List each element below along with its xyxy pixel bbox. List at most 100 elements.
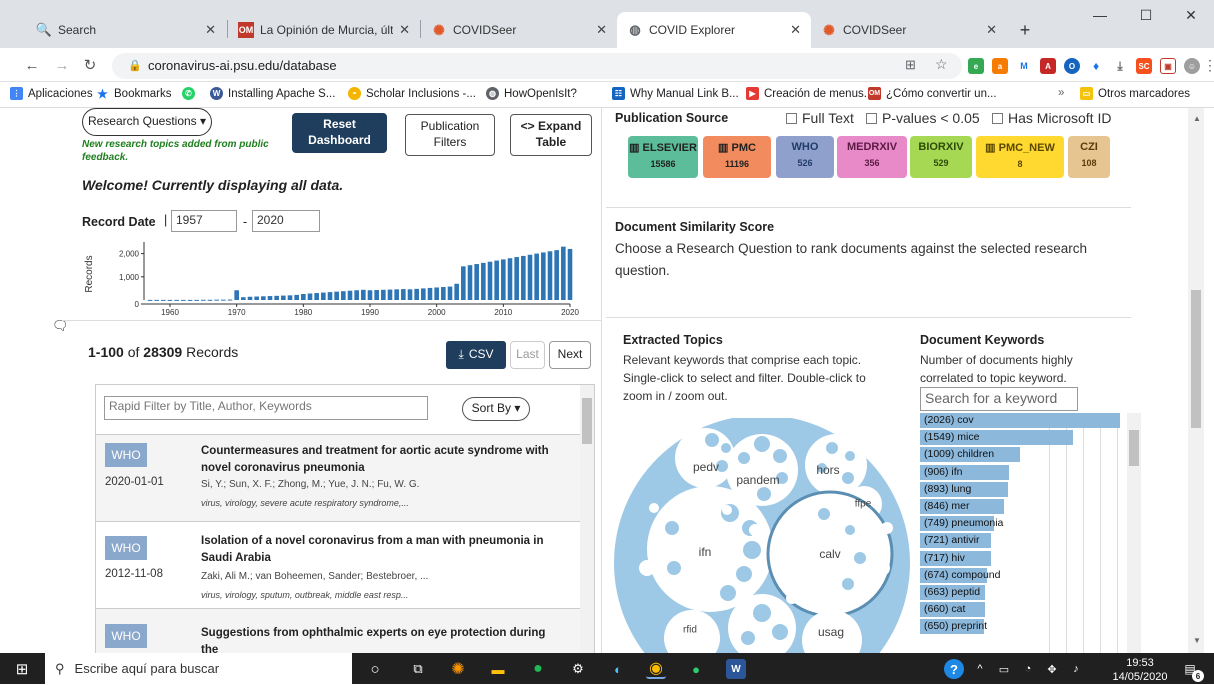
- bookmark-apps[interactable]: ⋮ Aplicaciones: [10, 87, 93, 100]
- bookmark-manual-link[interactable]: ☷ Why Manual Link B...: [612, 87, 739, 100]
- source-elsevier[interactable]: ▥ ELSEVIER 15586: [628, 136, 698, 178]
- research-questions-dropdown[interactable]: Research Questions ▾: [82, 108, 212, 136]
- pdf-extension-icon[interactable]: A: [1040, 58, 1056, 74]
- checkbox-icon[interactable]: [786, 112, 797, 124]
- csv-button[interactable]: ⤓ CSV: [446, 341, 506, 369]
- keyword-label[interactable]: (721) antivir: [924, 534, 979, 546]
- close-icon[interactable]: ✕: [986, 22, 997, 38]
- extension-icon[interactable]: SC: [1136, 58, 1152, 74]
- source-who[interactable]: WHO 526: [776, 136, 834, 178]
- topic-bubble-chart[interactable]: [612, 418, 912, 653]
- extension-icon[interactable]: e: [968, 58, 984, 74]
- bookmark-other[interactable]: ▭ Otros marcadores: [1080, 87, 1190, 100]
- tab-covid-explorer[interactable]: ◍ COVID Explorer ✕: [617, 12, 811, 48]
- app-icon[interactable]: ◐: [608, 659, 628, 679]
- profile-avatar[interactable]: ☺: [1184, 58, 1200, 74]
- app-icon[interactable]: ✺: [448, 659, 468, 679]
- checkbox-icon[interactable]: [992, 112, 1003, 124]
- keyword-label[interactable]: (906) ifn: [924, 466, 963, 478]
- last-button[interactable]: Last: [510, 341, 545, 369]
- tab-la-opinion[interactable]: OM La Opinión de Murcia, últimas ✕: [228, 12, 420, 48]
- url-text[interactable]: coronavirus-ai.psu.edu/database: [148, 58, 337, 73]
- bookmark-apache[interactable]: W Installing Apache S...: [210, 87, 335, 100]
- word-icon[interactable]: W: [726, 659, 746, 679]
- tab-covidseer[interactable]: ✺ COVIDSeer ✕: [421, 12, 617, 48]
- record-title[interactable]: Countermeasures and treatment for aortic…: [201, 443, 561, 476]
- keyword-label[interactable]: (846) mer: [924, 500, 970, 512]
- app-icon[interactable]: ●: [686, 659, 706, 679]
- source-pmc-new[interactable]: ▥ PMC_NEW 8: [976, 136, 1064, 178]
- extension-icon[interactable]: a: [992, 58, 1008, 74]
- star-icon[interactable]: ☆: [935, 56, 948, 73]
- tab-covidseer-2[interactable]: ✺ COVIDSeer ✕: [811, 12, 1007, 48]
- date-from-input[interactable]: 1957: [171, 210, 237, 232]
- download-icon[interactable]: ⤓: [1112, 58, 1128, 74]
- dropbox-icon[interactable]: ✥: [1042, 659, 1062, 679]
- keyword-label[interactable]: (893) lung: [924, 483, 971, 495]
- keyword-search-input[interactable]: Search for a keyword: [920, 387, 1078, 411]
- sort-by-button[interactable]: Sort By ▾: [462, 397, 530, 421]
- spotify-icon[interactable]: ●: [528, 659, 548, 679]
- keyword-label[interactable]: (663) peptid: [924, 586, 980, 598]
- extension-icon[interactable]: M: [1016, 58, 1032, 74]
- back-icon[interactable]: ←: [22, 55, 42, 75]
- keyword-label[interactable]: (1009) children: [924, 448, 994, 460]
- record-title[interactable]: Isolation of a novel coronavirus from a …: [201, 533, 561, 566]
- close-icon[interactable]: ✕: [399, 22, 410, 38]
- keyword-label[interactable]: (2026) cov: [924, 414, 974, 426]
- scroll-up-icon[interactable]: ▲: [1193, 114, 1201, 123]
- bookmarks-more[interactable]: »: [1058, 87, 1064, 99]
- publication-filters-button[interactable]: Publication Filters: [405, 114, 495, 156]
- close-window-button[interactable]: ✕: [1168, 0, 1214, 30]
- keyword-bar-list[interactable]: (2026) cov (1549) mice (1009) children (906…: [920, 413, 1126, 653]
- source-czi[interactable]: CZI 108: [1068, 136, 1110, 178]
- bookmark-scholar[interactable]: ◓ Scholar Inclusions -...: [348, 87, 476, 100]
- checkbox-icon[interactable]: [866, 112, 877, 124]
- close-icon[interactable]: ✕: [205, 22, 216, 38]
- next-button[interactable]: Next: [549, 341, 591, 369]
- tray-expand-icon[interactable]: ^: [970, 659, 990, 679]
- close-icon[interactable]: ✕: [790, 22, 801, 38]
- keyword-label[interactable]: (717) hiv: [924, 552, 965, 564]
- extension-icon[interactable]: O: [1064, 58, 1080, 74]
- taskbar-search[interactable]: ⚲ Escribe aquí para buscar: [45, 653, 352, 684]
- extension-icon[interactable]: ▣: [1160, 58, 1176, 74]
- keyword-label[interactable]: (650) preprint: [924, 620, 987, 632]
- chrome-icon[interactable]: ◉: [646, 659, 666, 679]
- maximize-button[interactable]: ☐: [1123, 0, 1169, 30]
- tab-search[interactable]: 🔍 Search ✕: [26, 12, 226, 48]
- new-tab-button[interactable]: +: [1013, 18, 1037, 42]
- keyword-label[interactable]: (1549) mice: [924, 431, 979, 443]
- translate-icon[interactable]: ⊞: [905, 57, 916, 73]
- wifi-icon[interactable]: ◔: [1018, 659, 1038, 679]
- file-explorer-icon[interactable]: ▬: [488, 659, 508, 679]
- help-icon[interactable]: ?: [944, 659, 964, 679]
- source-biorxiv[interactable]: BIORXIV 529: [910, 136, 972, 178]
- full-text-checkbox[interactable]: Full Text: [786, 110, 854, 126]
- bookmark-menus[interactable]: ▶ Creación de menus...: [746, 87, 873, 100]
- reload-icon[interactable]: ↻: [80, 55, 100, 75]
- bookmark-howopenisit[interactable]: ◍ HowOpenIsIt?: [486, 87, 577, 100]
- close-icon[interactable]: ✕: [596, 22, 607, 38]
- pvalues-checkbox[interactable]: P-values < 0.05: [866, 110, 980, 126]
- cortana-icon[interactable]: ○: [365, 659, 385, 679]
- keyword-label[interactable]: (660) cat: [924, 603, 965, 615]
- reset-dashboard-button[interactable]: Reset Dashboard: [292, 113, 387, 153]
- rapid-filter-input[interactable]: Rapid Filter by Title, Author, Keywords: [104, 396, 428, 420]
- clock[interactable]: 19:53 14/05/2020: [1108, 656, 1172, 685]
- record-date-histogram[interactable]: 2,000 1,000 0 Records 1960 1970 1980 1990 2000 20…: [80, 234, 585, 316]
- menu-icon[interactable]: ⋮: [1203, 57, 1214, 74]
- extension-icon[interactable]: ♦: [1088, 58, 1104, 74]
- date-to-input[interactable]: 2020: [252, 210, 320, 232]
- minimize-button[interactable]: —: [1077, 0, 1123, 30]
- bookmark-whatsapp[interactable]: ✆: [182, 87, 200, 100]
- source-pmc[interactable]: ▥ PMC 11196: [703, 136, 771, 178]
- keyword-label[interactable]: (674) compound: [924, 569, 1000, 581]
- scroll-down-icon[interactable]: ▼: [1193, 636, 1201, 645]
- volume-icon[interactable]: ♪: [1066, 659, 1086, 679]
- task-view-icon[interactable]: ⧉: [408, 659, 428, 679]
- keyword-label[interactable]: (749) pneumonia: [924, 517, 1003, 529]
- source-medrxiv[interactable]: MEDRXIV 356: [837, 136, 907, 178]
- windows-start-icon[interactable]: ⊞: [12, 659, 32, 679]
- microsoft-id-checkbox[interactable]: Has Microsoft ID: [992, 110, 1111, 126]
